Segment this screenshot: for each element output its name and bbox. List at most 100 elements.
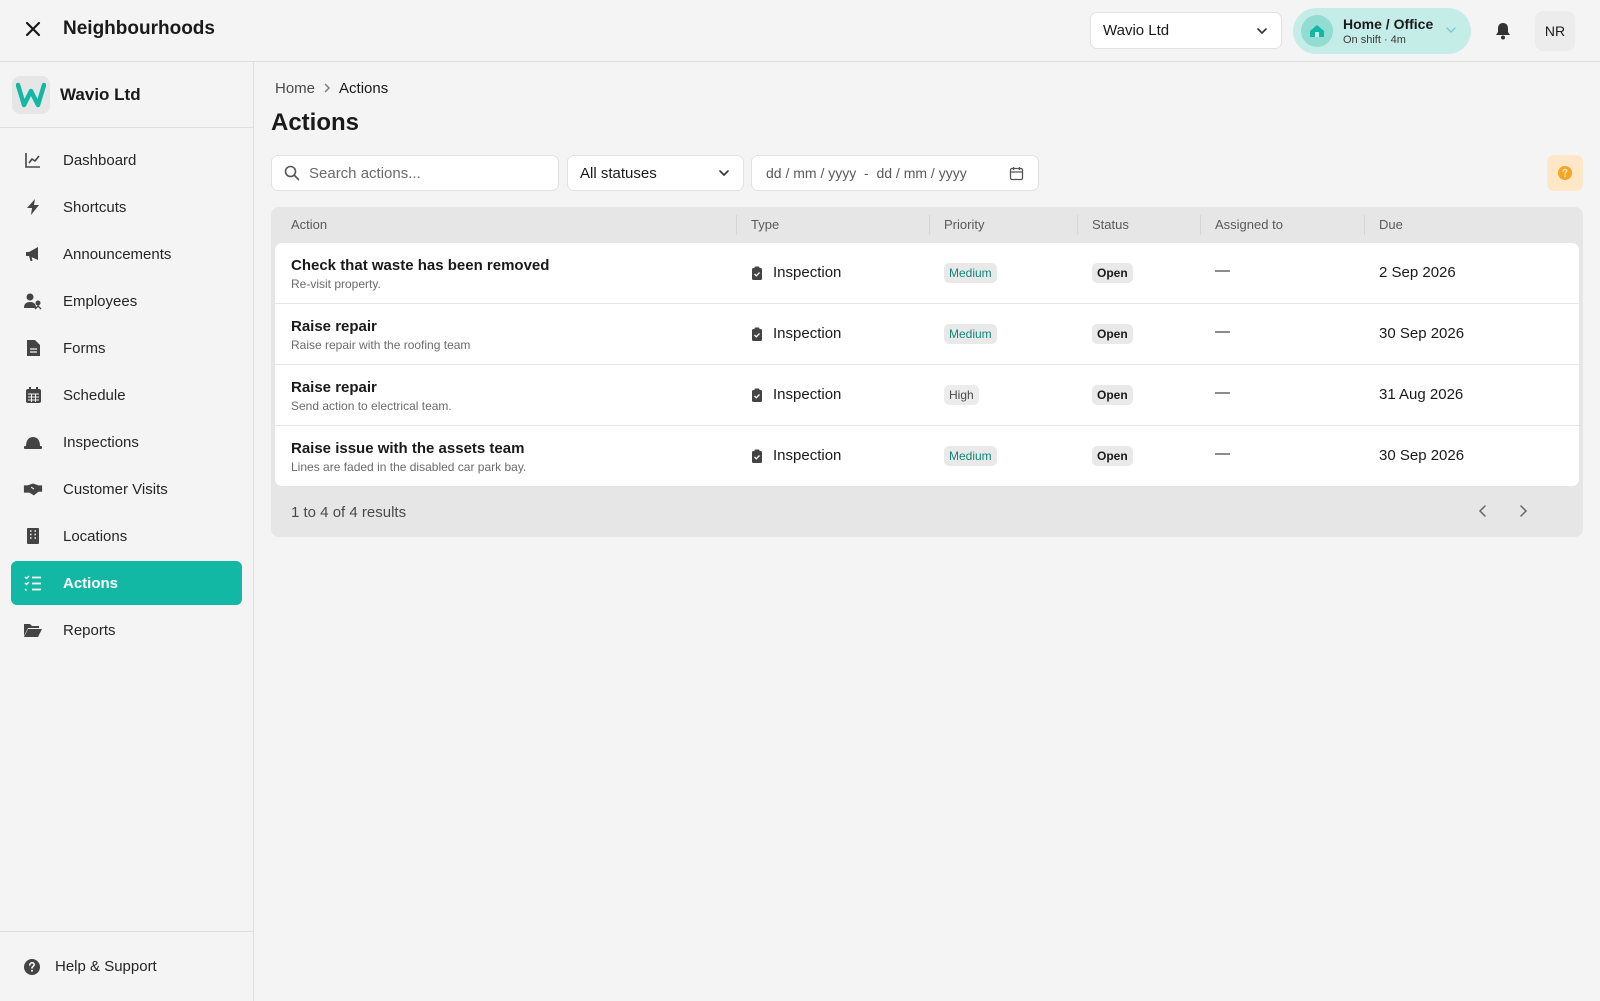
actions-table: Action Type Priority Status Assigned to …	[271, 207, 1583, 537]
action-type: Inspection	[773, 386, 842, 403]
priority-badge: Medium	[944, 446, 997, 466]
chevron-left-icon	[1478, 505, 1486, 517]
shift-status-button[interactable]: Home / Office On shift · 4m	[1293, 8, 1471, 54]
help-and-support-link[interactable]: Help & Support	[0, 931, 253, 1001]
assigned-to: —	[1215, 445, 1230, 462]
sidebar-item-shortcuts[interactable]: Shortcuts	[11, 185, 242, 229]
column-header-status[interactable]: Status	[1092, 217, 1129, 232]
notifications-button[interactable]	[1490, 18, 1516, 44]
hard-hat-icon	[23, 432, 43, 452]
date-range-text: dd / mm / yyyy - dd / mm / yyyy	[766, 165, 967, 181]
sidebar-item-locations[interactable]: Locations	[11, 514, 242, 558]
app-title: Neighbourhoods	[63, 18, 215, 39]
date-from[interactable]: dd / mm / yyyy	[766, 165, 856, 181]
shift-location: Home / Office	[1343, 16, 1434, 32]
action-title: Raise repair	[291, 379, 377, 396]
table-row[interactable]: Raise repair Send action to electrical t…	[275, 365, 1579, 426]
date-range-picker[interactable]: dd / mm / yyyy - dd / mm / yyyy	[751, 155, 1039, 191]
sidebar-item-label: Employees	[63, 292, 138, 310]
chevron-down-icon	[1257, 27, 1267, 34]
sidebar-item-dashboard[interactable]: Dashboard	[11, 138, 242, 182]
action-type: Inspection	[773, 447, 842, 464]
sidebar-item-customer-visits[interactable]: Customer Visits	[11, 467, 242, 511]
table-header: Action Type Priority Status Assigned to …	[271, 207, 1583, 241]
table-row[interactable]: Raise repair Raise repair with the roofi…	[275, 304, 1579, 365]
organisation-header[interactable]: Wavio Ltd	[0, 62, 253, 128]
action-description: Re-visit property.	[291, 277, 381, 291]
column-header-action[interactable]: Action	[291, 217, 327, 232]
date-separator: -	[864, 165, 869, 181]
clipboard-check-icon	[751, 266, 765, 280]
sidebar-item-announcements[interactable]: Announcements	[11, 232, 242, 276]
sidebar-item-reports[interactable]: Reports	[11, 608, 242, 652]
sidebar-item-employees[interactable]: Employees	[11, 279, 242, 323]
handshake-icon	[23, 479, 43, 499]
due-date: 2 Sep 2026	[1379, 264, 1456, 281]
document-icon	[23, 338, 43, 358]
chevron-down-icon	[719, 170, 729, 177]
close-button[interactable]	[18, 14, 48, 44]
chevron-down-icon	[1446, 27, 1456, 34]
column-header-assigned-to[interactable]: Assigned to	[1215, 217, 1283, 232]
action-type: Inspection	[773, 325, 842, 342]
search-icon	[284, 165, 300, 181]
sidebar-item-schedule[interactable]: Schedule	[11, 373, 242, 417]
sidebar-item-forms[interactable]: Forms	[11, 326, 242, 370]
next-page-button[interactable]	[1509, 497, 1537, 525]
close-icon	[25, 21, 41, 37]
due-date: 30 Sep 2026	[1379, 325, 1465, 342]
previous-page-button[interactable]	[1469, 497, 1497, 525]
organisation-select[interactable]: Wavio Ltd	[1090, 12, 1282, 49]
action-title: Check that waste has been removed	[291, 257, 550, 274]
priority-badge: Medium	[944, 324, 997, 344]
assigned-to: —	[1215, 384, 1230, 401]
action-description: Lines are faded in the disabled car park…	[291, 460, 527, 474]
chevron-right-icon	[323, 81, 331, 96]
megaphone-icon	[23, 244, 43, 264]
breadcrumb: Home Actions	[275, 80, 388, 97]
chevron-right-icon	[1520, 505, 1528, 517]
calendar-icon[interactable]	[1009, 166, 1024, 181]
status-filter-select[interactable]: All statuses	[567, 155, 744, 191]
table-row[interactable]: Check that waste has been removed Re-vis…	[275, 243, 1579, 304]
clipboard-check-icon	[751, 327, 765, 341]
sidebar: Wavio Ltd Dashboard Shortcuts Announceme…	[0, 62, 254, 1001]
table-body: Check that waste has been removed Re-vis…	[275, 243, 1579, 486]
sidebar-item-inspections[interactable]: Inspections	[11, 420, 242, 464]
help-label: Help & Support	[55, 958, 157, 975]
calendar-icon	[23, 385, 43, 405]
user-avatar[interactable]: NR	[1535, 11, 1575, 51]
chart-line-icon	[23, 150, 43, 170]
home-office-icon	[1310, 25, 1324, 37]
sidebar-item-label: Dashboard	[63, 151, 137, 169]
sidebar-item-actions[interactable]: Actions	[11, 561, 242, 605]
date-to[interactable]: dd / mm / yyyy	[876, 165, 966, 181]
sidebar-item-label: Locations	[63, 527, 128, 545]
status-badge: Open	[1092, 324, 1133, 344]
action-title: Raise repair	[291, 318, 377, 335]
location-avatar	[1301, 15, 1333, 47]
folder-open-icon	[23, 620, 43, 640]
wavio-logo-icon	[16, 82, 46, 107]
users-icon	[23, 291, 43, 311]
clipboard-check-icon	[751, 449, 765, 463]
search-input[interactable]	[309, 164, 539, 182]
due-date: 30 Sep 2026	[1379, 447, 1465, 464]
column-header-due[interactable]: Due	[1379, 217, 1403, 232]
breadcrumb-home[interactable]: Home	[275, 80, 315, 97]
question-circle-icon	[24, 958, 40, 975]
status-badge: Open	[1092, 446, 1133, 466]
help-tip-button[interactable]	[1547, 155, 1583, 191]
organisation-select-value: Wavio Ltd	[1103, 22, 1170, 39]
top-bar: Neighbourhoods Wavio Ltd Home / Office O…	[0, 0, 1600, 62]
clipboard-check-icon	[751, 388, 765, 402]
organisation-logo	[12, 75, 50, 114]
sidebar-item-label: Shortcuts	[63, 198, 127, 216]
sidebar-item-label: Actions	[63, 574, 119, 592]
table-row[interactable]: Raise issue with the assets team Lines a…	[275, 426, 1579, 486]
column-header-priority[interactable]: Priority	[944, 217, 984, 232]
page-title: Actions	[271, 109, 360, 136]
priority-badge: Medium	[944, 263, 997, 283]
sidebar-item-label: Announcements	[63, 245, 172, 263]
column-header-type[interactable]: Type	[751, 217, 779, 232]
